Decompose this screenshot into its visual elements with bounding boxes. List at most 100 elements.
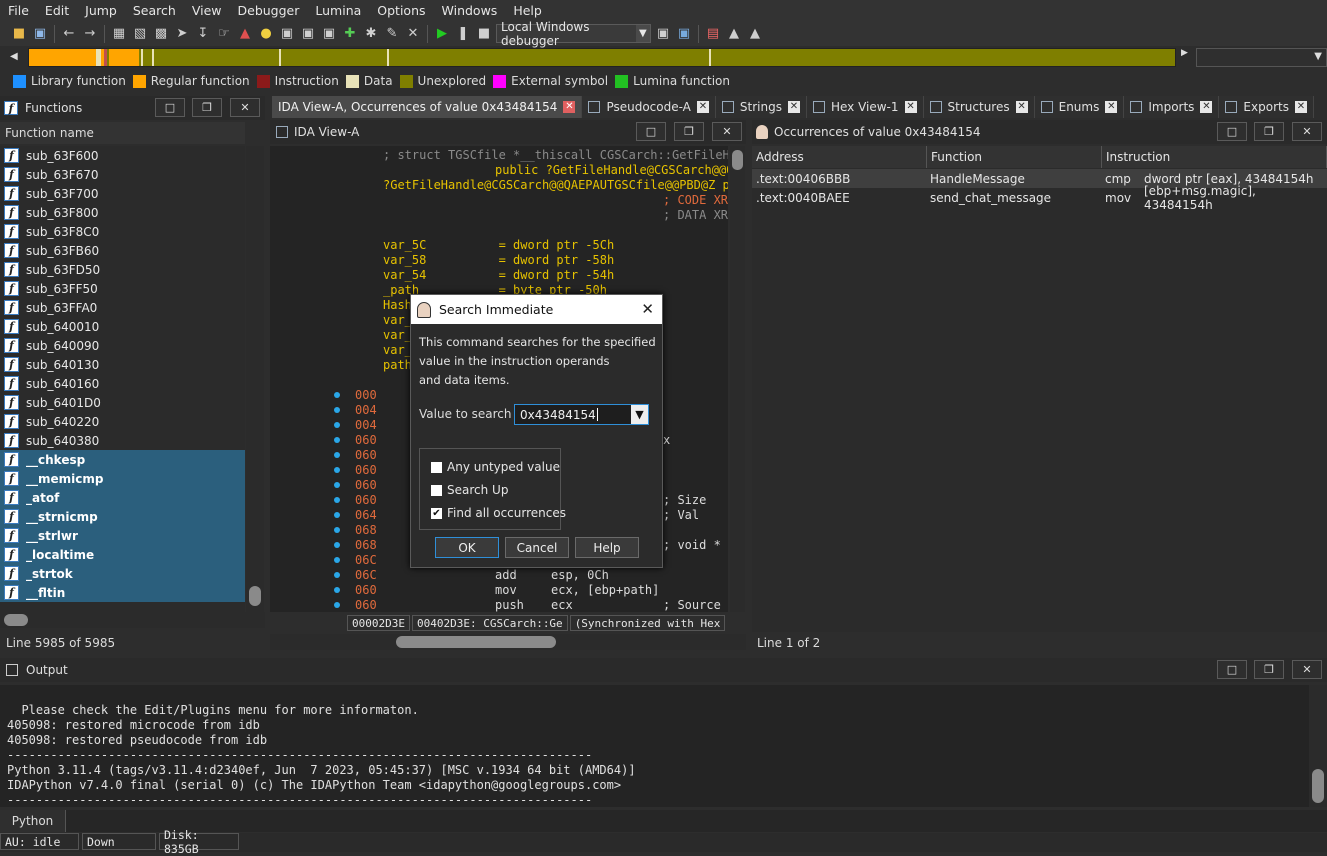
occurrence-mn[interactable]: cmp (1105, 169, 1131, 188)
menu-edit[interactable]: Edit (37, 3, 77, 18)
tab-imports[interactable]: Imports ✕ (1124, 96, 1220, 118)
tab-pseudocode-a[interactable]: Pseudocode-A ✕ (582, 96, 716, 118)
breakpoint-dot[interactable] (334, 392, 340, 398)
disassembly-scroll-thumb[interactable] (732, 150, 743, 170)
option-checkbox[interactable]: ✔ Find all occurrences (431, 506, 566, 520)
occurrence-op[interactable]: [ebp+msg.magic], 43484154h (1144, 184, 1327, 212)
breakpoint-dot[interactable] (334, 407, 340, 413)
edit-icon[interactable]: ✎ (383, 25, 401, 43)
functions-float-button[interactable]: ❐ (192, 98, 222, 117)
disasm-address[interactable]: 068 (355, 523, 377, 537)
list-item[interactable]: f sub_6401D0 (0, 393, 245, 412)
output-scroll-thumb[interactable] (1312, 769, 1324, 803)
list-item[interactable]: f sub_63F700 (0, 184, 245, 203)
breakpoint-dot[interactable] (334, 557, 340, 563)
list-item[interactable]: f __chkesp (0, 450, 245, 469)
breakpoint-dot[interactable] (334, 512, 340, 518)
value-combobox[interactable]: 0x43484154 ▼ (514, 404, 649, 425)
code-icon[interactable]: ▣ (278, 25, 296, 43)
tab-structures[interactable]: Structures ✕ (923, 96, 1035, 118)
back-icon[interactable]: ← (60, 25, 78, 43)
tab-ida-view-a-occurrences-of-value-0x43484154[interactable]: IDA View-A, Occurrences of value 0x43484… (272, 96, 583, 118)
breakpoint-dot[interactable] (334, 497, 340, 503)
list-item[interactable]: f sub_63FD50 (0, 260, 245, 279)
list-item[interactable]: f sub_640220 (0, 412, 245, 431)
disasm-line[interactable]: Hash (383, 298, 412, 312)
breakpoint-dot[interactable] (334, 542, 340, 548)
address-column-header[interactable]: Address (752, 146, 927, 168)
list-item[interactable]: f __memicmp (0, 469, 245, 488)
functions-scrollbar[interactable] (246, 146, 264, 612)
list-item[interactable]: f sub_640160 (0, 374, 245, 393)
disasm-address[interactable]: 060 (355, 448, 377, 462)
disasm-address[interactable]: 06C (355, 553, 377, 567)
tab-close-icon[interactable]: ✕ (1200, 101, 1213, 113)
tab-close-icon[interactable]: ✕ (563, 101, 576, 113)
menu-options[interactable]: Options (369, 3, 433, 18)
list-item[interactable]: f sub_640090 (0, 336, 245, 355)
list-item[interactable]: f __fltin (0, 583, 245, 602)
list-item[interactable]: f _atof (0, 488, 245, 507)
breakpoint-dot[interactable] (334, 452, 340, 458)
attach-icon[interactable]: ▣ (654, 25, 672, 43)
list-item[interactable]: f sub_63F600 (0, 146, 245, 165)
breakpoint-dot[interactable] (334, 422, 340, 428)
warning-icon[interactable]: ▲ (236, 25, 254, 43)
detach-icon[interactable]: ▣ (675, 25, 693, 43)
ok-button[interactable]: OK (435, 537, 499, 558)
string-icon[interactable]: ▣ (320, 25, 338, 43)
checkbox-box[interactable]: ✔ (431, 507, 442, 519)
function-column-header[interactable]: Function (927, 146, 1102, 168)
breakpoint-dot[interactable] (334, 587, 340, 593)
disasm-address[interactable]: 000 (355, 388, 377, 402)
breakpoint-dot[interactable] (334, 467, 340, 473)
nav-band-left-arrow[interactable]: ◀ (10, 48, 24, 67)
disasm-line[interactable]: path (383, 358, 412, 372)
disasm-mnemonic[interactable]: push (495, 598, 524, 612)
menu-debugger[interactable]: Debugger (230, 3, 308, 18)
breakpoint-dot[interactable] (334, 572, 340, 578)
tab-close-icon[interactable]: ✕ (1105, 101, 1118, 113)
functions-hscrollbar[interactable] (0, 612, 265, 628)
ida-view-float-button[interactable]: ❐ (674, 122, 704, 141)
binary-icon[interactable]: ▦ (110, 25, 128, 43)
instruction-column-header[interactable]: Instruction (1102, 146, 1327, 168)
output-float-button[interactable]: ❐ (1254, 660, 1284, 679)
open-icon[interactable]: ■ (10, 25, 28, 43)
tab-enums[interactable]: Enums ✕ (1034, 96, 1125, 118)
disasm-line[interactable]: var_54 = dword ptr -54h (383, 268, 614, 282)
bulb-icon[interactable]: ● (257, 25, 275, 43)
disasm-mnemonic[interactable]: mov (495, 583, 517, 597)
add-icon[interactable]: ✚ (341, 25, 359, 43)
data-icon[interactable]: ▣ (299, 25, 317, 43)
tree-icon[interactable]: ▲ (725, 25, 743, 43)
list-item[interactable]: f sub_63F800 (0, 203, 245, 222)
menu-search[interactable]: Search (125, 3, 184, 18)
disasm-address[interactable]: 060 (355, 583, 377, 597)
breakpoint-dot[interactable] (334, 602, 340, 608)
tab-close-icon[interactable]: ✕ (904, 101, 917, 113)
list-item[interactable]: f sub_640010 (0, 317, 245, 336)
disasm-line[interactable]: var_ (383, 328, 412, 342)
breakpoint-dot[interactable] (334, 437, 340, 443)
occurrence-address[interactable]: .text:0040BAEE (756, 188, 850, 207)
text-search-icon[interactable]: ▧ (131, 25, 149, 43)
disasm-line[interactable]: var_58 = dword ptr -58h (383, 253, 614, 267)
disasm-line[interactable]: ; DATA XR (663, 208, 728, 222)
breakpoint-dot[interactable] (334, 527, 340, 533)
disasm-operand[interactable]: ecx, [ebp+path] (551, 583, 659, 597)
disasm-line[interactable]: ?GetFileHandle@CGSCarch@@QAEPAUTGSCfile@… (383, 178, 728, 192)
disasm-address[interactable]: 064 (355, 508, 377, 522)
play-icon[interactable]: ▶ (433, 25, 451, 43)
dialog-close-icon[interactable]: ✕ (641, 300, 654, 318)
debugger-select[interactable]: Local Windows debugger ▼ (496, 20, 651, 48)
occurrence-function[interactable]: send_chat_message (930, 188, 1051, 207)
disasm-line[interactable]: var_ (383, 343, 412, 357)
disasm-address[interactable]: 004 (355, 418, 377, 432)
disassembly-hscroll-thumb[interactable] (396, 636, 556, 648)
breakpoint-icon[interactable]: ✱ (362, 25, 380, 43)
option-checkbox[interactable]: Search Up (431, 483, 508, 497)
functions-close-button[interactable]: ✕ (230, 98, 260, 117)
close-x-icon[interactable]: ✕ (404, 25, 422, 43)
tab-close-icon[interactable]: ✕ (696, 101, 709, 113)
